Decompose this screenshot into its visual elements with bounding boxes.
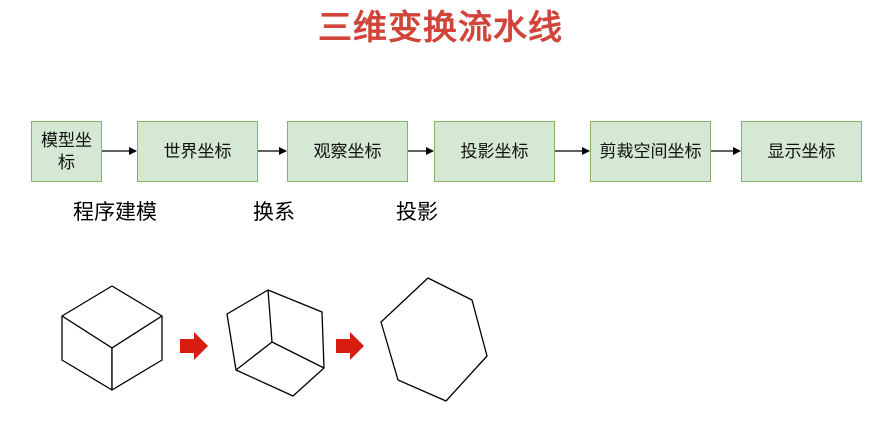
hexagon-projection-icon	[380, 277, 488, 402]
rotated-cube-icon	[226, 289, 325, 397]
cube-icon	[61, 285, 163, 391]
red-arrow-icon	[180, 332, 208, 360]
caption-change-system: 换系	[253, 200, 295, 224]
caption-projection: 投影	[396, 200, 438, 224]
caption-modeling: 程序建模	[73, 200, 157, 224]
red-arrow-icon	[336, 332, 364, 360]
